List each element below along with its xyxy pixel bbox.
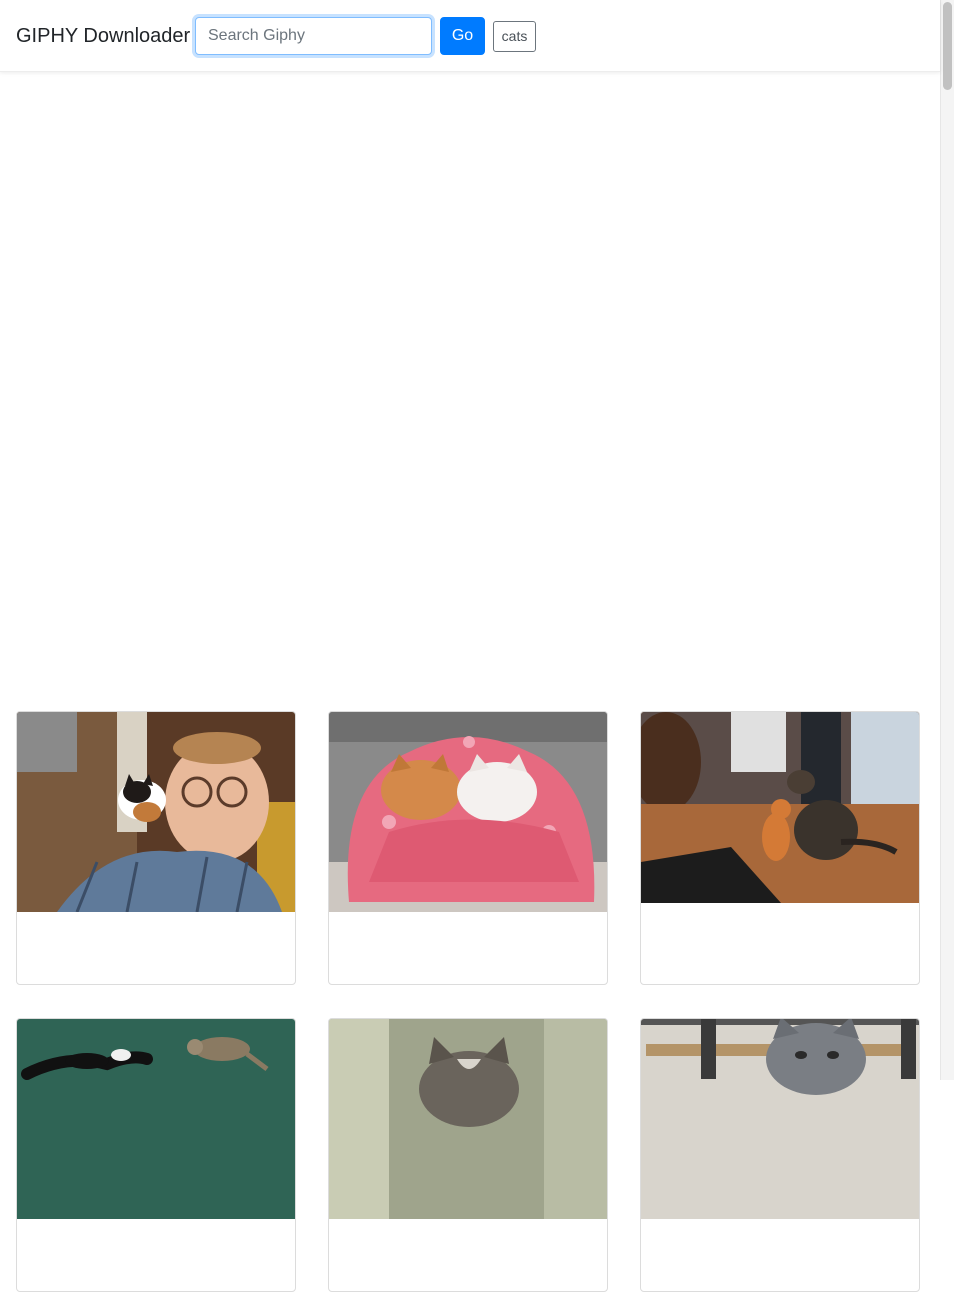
- gif-card[interactable]: [640, 711, 920, 985]
- scrollbar-track[interactable]: [940, 0, 954, 1080]
- gif-card[interactable]: [328, 711, 608, 985]
- navbar: GIPHY Downloader Go cats: [0, 0, 940, 72]
- gif-image-cats-in-blanket[interactable]: [329, 712, 608, 912]
- gif-image-gray-cat[interactable]: [641, 1019, 920, 1219]
- gif-card[interactable]: [328, 1018, 608, 1292]
- tag-button-cats[interactable]: cats: [493, 21, 536, 52]
- gif-card[interactable]: [16, 1018, 296, 1292]
- search-input[interactable]: [195, 17, 432, 55]
- scrollbar-thumb[interactable]: [943, 2, 952, 90]
- gif-card[interactable]: [16, 711, 296, 985]
- gif-image-tabby-kitten[interactable]: [329, 1019, 608, 1219]
- gif-image-kitten-and-cat[interactable]: [641, 712, 920, 903]
- gif-card[interactable]: [640, 1018, 920, 1292]
- gif-image-cats-jumping[interactable]: [17, 1019, 296, 1219]
- gif-image-man-holding-kitten[interactable]: [17, 712, 296, 912]
- app-title: GIPHY Downloader: [16, 25, 191, 47]
- go-button[interactable]: Go: [440, 17, 485, 55]
